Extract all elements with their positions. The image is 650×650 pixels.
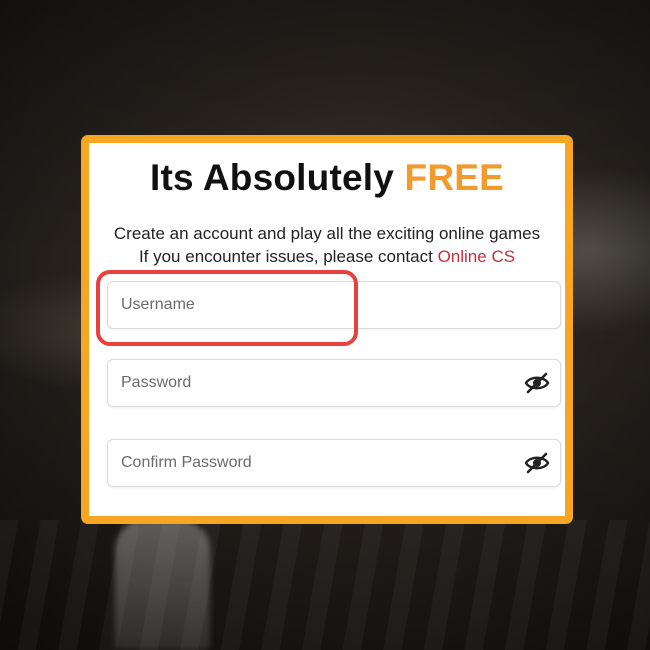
title-free: FREE (404, 157, 504, 198)
eye-slash-icon[interactable] (524, 372, 550, 394)
background-field (0, 520, 650, 650)
username-field[interactable]: Username (107, 281, 561, 329)
page-title: Its Absolutely FREE (89, 157, 565, 199)
password-field[interactable]: Password (107, 359, 561, 407)
password-placeholder: Password (121, 374, 192, 391)
username-placeholder: Username (121, 296, 195, 313)
confirm-password-placeholder: Confirm Password (121, 454, 252, 471)
signup-card: Its Absolutely FREE Create an account an… (81, 135, 573, 524)
next-field-partial[interactable] (107, 517, 561, 524)
online-cs-link[interactable]: Online CS (438, 247, 515, 266)
eye-slash-icon[interactable] (524, 452, 550, 474)
confirm-password-field[interactable]: Confirm Password (107, 439, 561, 487)
subtitle-line-2: If you encounter issues, please contact … (89, 247, 565, 267)
subtitle-line-1: Create an account and play all the excit… (113, 224, 541, 243)
subtitle-line-2-text: If you encounter issues, please contact (138, 247, 433, 266)
background-player (115, 520, 210, 650)
title-main: Its Absolutely (150, 157, 395, 198)
